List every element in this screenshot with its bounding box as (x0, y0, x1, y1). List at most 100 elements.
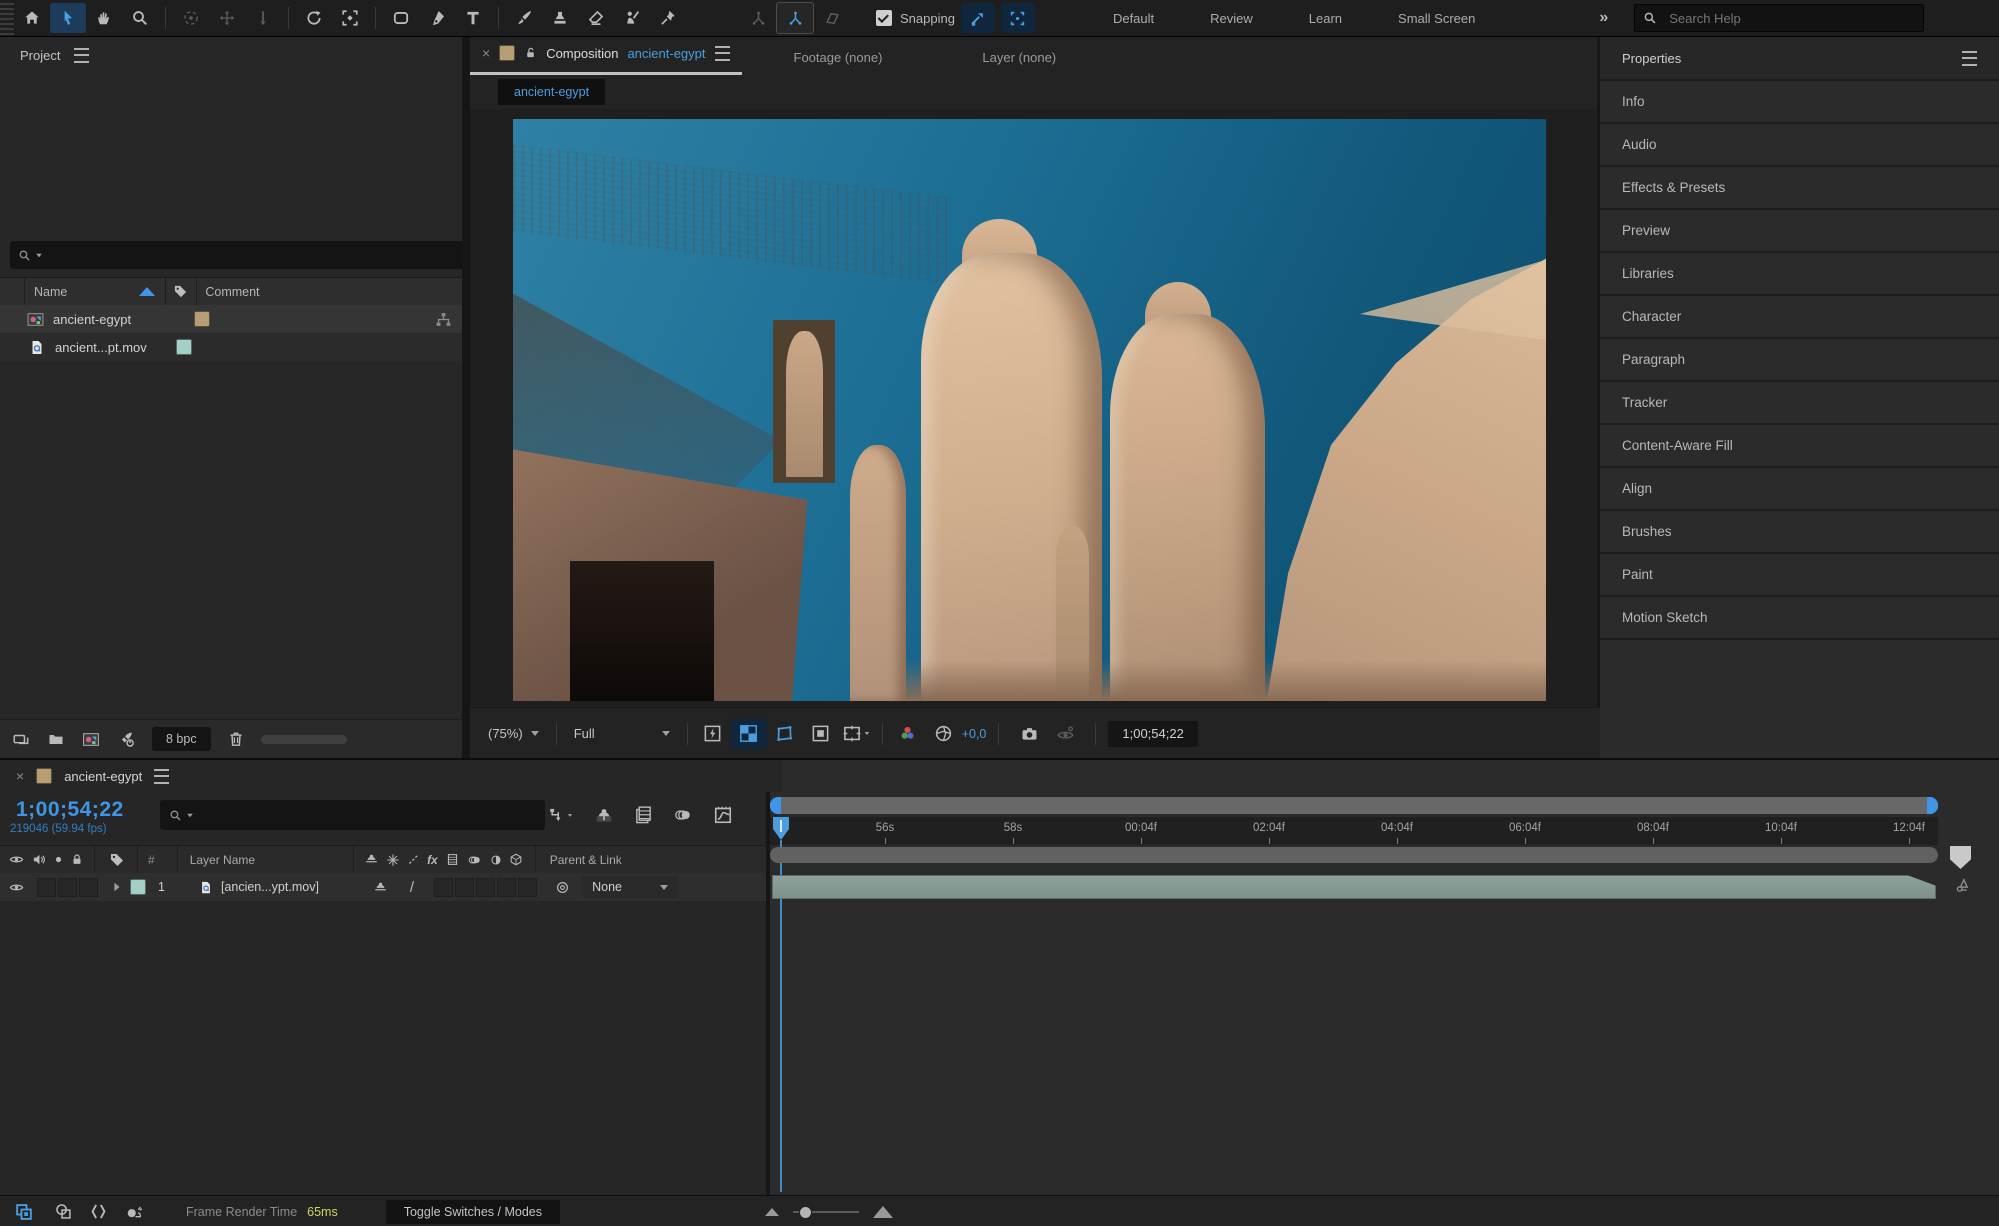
current-timecode[interactable]: 1;00;54;22 (16, 798, 124, 822)
layer-label-swatch-teal[interactable] (130, 879, 146, 895)
shape-tool[interactable] (383, 3, 419, 33)
timeline-search-box[interactable] (160, 800, 545, 830)
label-tag-icon[interactable] (173, 284, 188, 299)
zoom-out-mountain-icon[interactable] (765, 1208, 779, 1216)
comp-label-swatch[interactable] (36, 768, 52, 784)
layer-expand-arrow[interactable] (114, 883, 119, 892)
layer-number-column[interactable]: # (148, 853, 155, 867)
breadcrumb-comp-chip[interactable]: ancient-egypt (498, 79, 605, 105)
exposure-value[interactable]: +0,0 (962, 727, 987, 741)
label-color-swatch-teal[interactable] (176, 339, 192, 355)
motion-blur-icon[interactable] (673, 806, 693, 824)
help-search-input[interactable] (1667, 10, 1871, 27)
audio-speaker-icon[interactable] (31, 852, 47, 867)
magnification-dropdown[interactable]: (75%) (478, 721, 549, 747)
panel-splitter-left[interactable] (462, 37, 470, 758)
panel-tab-info[interactable]: Info (1600, 81, 1999, 124)
parent-link-column[interactable]: Parent & Link (550, 853, 622, 867)
motion-blur-cell[interactable] (476, 878, 495, 897)
zoom-tool[interactable] (122, 3, 158, 33)
puppet-pin-tool[interactable] (650, 3, 686, 33)
new-folder-icon[interactable] (47, 731, 65, 747)
hand-tool[interactable] (86, 3, 122, 33)
panel-tab-character[interactable]: Character (1600, 296, 1999, 339)
quality-slash-icon[interactable] (407, 853, 420, 866)
collapse-transformations-icon[interactable] (386, 853, 400, 867)
snail-icon[interactable] (124, 1203, 144, 1221)
tab-composition[interactable]: × Composition ancient-egypt (470, 34, 742, 75)
layer-row-1[interactable]: 1 [ancien...ypt.mov] / None (0, 873, 766, 901)
solo-toggle-cell[interactable] (58, 878, 77, 897)
region-of-interest-button[interactable] (803, 719, 839, 749)
panel-tab-align[interactable]: Align (1600, 468, 1999, 511)
project-row-footage[interactable]: ancient...pt.mov (0, 333, 462, 361)
trash-icon[interactable] (227, 730, 245, 748)
brackets-icon[interactable] (89, 1202, 108, 1221)
toggle-switches-modes-button[interactable]: Toggle Switches / Modes (386, 1200, 560, 1224)
roto-brush-tool[interactable] (614, 3, 650, 33)
time-ruler[interactable]: 56s 58s 00:04f 02:04f 04:04f 06:04f 08:0… (770, 817, 1938, 845)
workspace-overflow-chevrons[interactable]: » (1599, 9, 1608, 27)
dolly-camera-tool[interactable] (245, 3, 281, 33)
zoom-slider-knob[interactable] (799, 1206, 812, 1219)
panel-menu-icon[interactable] (154, 769, 169, 784)
workspace-tab-small-screen[interactable]: Small Screen (1398, 11, 1475, 26)
search-options-chevron-icon[interactable] (36, 253, 42, 257)
3d-cell[interactable] (518, 878, 537, 897)
snapping-checkbox[interactable] (876, 10, 892, 26)
sort-ascending-icon[interactable] (139, 287, 155, 296)
video-eye-icon[interactable] (8, 852, 25, 867)
panel-tab-motion-sketch[interactable]: Motion Sketch (1600, 597, 1999, 640)
graph-editor-icon[interactable] (713, 805, 733, 825)
panel-tab-content-aware-fill[interactable]: Content-Aware Fill (1600, 425, 1999, 468)
horizontal-scrollbar[interactable] (261, 735, 347, 744)
toolbar-grip[interactable] (0, 0, 14, 36)
panel-tab-tracker[interactable]: Tracker (1600, 382, 1999, 425)
panel-menu-icon[interactable] (74, 48, 89, 63)
fx-cell[interactable] (434, 878, 453, 897)
layer-quality-icon[interactable]: / (410, 879, 414, 896)
layer-duration-bar[interactable] (772, 875, 1936, 899)
camera-region-tool[interactable] (332, 3, 368, 33)
resolution-dropdown[interactable]: Full (564, 721, 680, 747)
tab-footage[interactable]: Footage (none) (794, 50, 883, 75)
selection-tool[interactable] (50, 3, 86, 33)
lock-icon[interactable] (70, 852, 84, 867)
type-tool[interactable] (455, 3, 491, 33)
work-area-bar[interactable] (770, 847, 1938, 863)
close-tab-icon[interactable]: × (16, 768, 24, 784)
close-tab-icon[interactable]: × (482, 45, 490, 61)
layer-shy-icon[interactable] (373, 880, 388, 895)
transparency-grid-button[interactable] (731, 719, 767, 749)
panel-tab-libraries[interactable]: Libraries (1600, 253, 1999, 296)
bit-depth-button[interactable]: 8 bpc (152, 727, 211, 751)
comp-button-icon[interactable] (1952, 877, 1970, 895)
shapes-overlap-icon[interactable] (54, 1202, 73, 1221)
shy-toggle-icon[interactable] (594, 806, 614, 825)
axis-mode-local[interactable] (740, 3, 776, 33)
viewer-timecode[interactable]: 1;00;54;22 (1108, 721, 1197, 747)
axis-mode-world[interactable] (776, 2, 814, 34)
solo-dot-icon[interactable] (52, 853, 65, 866)
orbit-camera-tool[interactable] (173, 3, 209, 33)
comp-label-swatch[interactable] (499, 45, 515, 61)
adjustment-layer-icon[interactable] (489, 853, 503, 867)
new-composition-icon[interactable] (81, 731, 101, 748)
brush-tool[interactable] (506, 3, 542, 33)
data-flow-icon[interactable] (14, 1202, 34, 1222)
search-options-chevron-icon[interactable] (187, 813, 193, 817)
viewer-canvas[interactable] (470, 109, 1597, 743)
pen-tool[interactable] (419, 3, 455, 33)
audio-toggle-cell[interactable] (37, 878, 56, 897)
timeline-tab[interactable]: × ancient-egypt (0, 760, 782, 792)
frame-blending-icon[interactable] (634, 805, 653, 825)
snap-to-features-button[interactable] (1001, 3, 1035, 33)
workspace-tab-default[interactable]: Default (1113, 11, 1154, 26)
workspace-tab-learn[interactable]: Learn (1309, 11, 1342, 26)
rotation-tool[interactable] (296, 3, 332, 33)
clone-stamp-tool[interactable] (542, 3, 578, 33)
pan-camera-tool[interactable] (209, 3, 245, 33)
time-navigator-bar[interactable] (770, 797, 1938, 814)
label-color-swatch-tan[interactable] (194, 311, 210, 327)
grid-guides-button[interactable] (839, 719, 875, 749)
